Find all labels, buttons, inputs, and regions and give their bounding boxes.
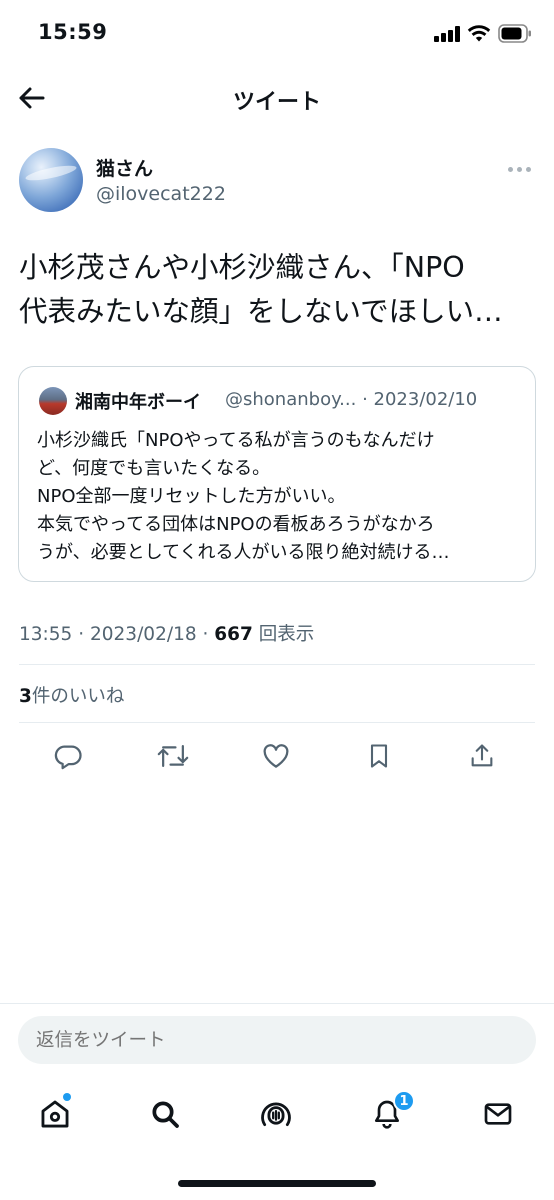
- views-label: 回表示: [258, 624, 315, 645]
- share-icon: [471, 744, 493, 767]
- reply-button[interactable]: [48, 735, 88, 777]
- quoted-author-handle: @shonanboy...: [225, 389, 357, 410]
- cellular-signal-icon: [434, 26, 460, 42]
- battery-icon: [498, 24, 531, 43]
- reply-icon: [54, 745, 82, 770]
- messages-icon: [484, 1103, 512, 1125]
- tab-spaces[interactable]: [254, 1088, 298, 1140]
- quoted-author-meta: @shonanboy... · 2023/02/10: [225, 389, 478, 410]
- tweet-author: 猫さん @ilovecat222: [0, 146, 554, 218]
- tab-search[interactable]: [143, 1088, 187, 1140]
- divider: [19, 664, 535, 665]
- tweet-text: 小杉茂さんや小杉沙織さん、「NPO 代表みたいな顔」をしないでほしい…: [19, 251, 503, 328]
- home-indicator[interactable]: [178, 1180, 376, 1187]
- page-title: ツイート: [232, 90, 321, 115]
- author-handle[interactable]: @ilovecat222: [96, 183, 226, 205]
- retweet-button[interactable]: [153, 735, 193, 777]
- tab-messages[interactable]: [476, 1088, 520, 1140]
- share-button[interactable]: [462, 735, 502, 777]
- divider: [19, 722, 535, 723]
- nav-header: ツイート: [0, 70, 554, 126]
- views-count: 667: [214, 624, 253, 645]
- avatar[interactable]: [19, 148, 83, 212]
- likes-count: 3: [19, 686, 32, 707]
- tweet-time: 13:55: [19, 624, 73, 645]
- quoted-avatar: [39, 387, 67, 415]
- tweet-actions: [0, 735, 554, 777]
- spaces-icon: [261, 1102, 291, 1127]
- quoted-text: 小杉沙織氏「NPOやってる私が言うのもなんだけ ど、何度でも言いたくなる。 NP…: [37, 430, 450, 563]
- like-icon: [263, 744, 289, 768]
- status-bar: 15:59: [0, 0, 554, 70]
- bottom-tab-bar: 1: [0, 1088, 554, 1140]
- tweet-date: 2023/02/18: [89, 624, 197, 645]
- likes-label: 件のいいね: [31, 686, 125, 707]
- tab-home[interactable]: [33, 1088, 77, 1140]
- quoted-author-name: 湘南中年ボーイ: [75, 392, 201, 413]
- tweet-meta: 13:55 · 2023/02/18 · 667 回表示: [19, 624, 315, 645]
- divider: [0, 1003, 554, 1004]
- reply-input[interactable]: [18, 1016, 536, 1064]
- author-name[interactable]: 猫さん: [96, 154, 153, 181]
- bookmark-icon: [370, 744, 388, 768]
- like-button[interactable]: [256, 735, 296, 777]
- tab-notifications[interactable]: 1: [365, 1088, 415, 1140]
- search-icon: [152, 1101, 179, 1128]
- more-options-icon[interactable]: [508, 162, 536, 176]
- quoted-tweet[interactable]: 湘南中年ボーイ @shonanboy... · 2023/02/10 小杉沙織氏…: [18, 366, 536, 582]
- notifications-badge: 1: [393, 1090, 415, 1112]
- home-icon: [41, 1100, 69, 1128]
- likes-link[interactable]: 3件のいいね: [19, 682, 124, 708]
- retweet-icon: [157, 745, 189, 767]
- new-content-dot: [63, 1093, 71, 1101]
- wifi-icon: [467, 25, 491, 42]
- bookmark-button[interactable]: [359, 735, 399, 777]
- quoted-date: 2023/02/10: [373, 389, 478, 410]
- status-time: 15:59: [38, 20, 108, 44]
